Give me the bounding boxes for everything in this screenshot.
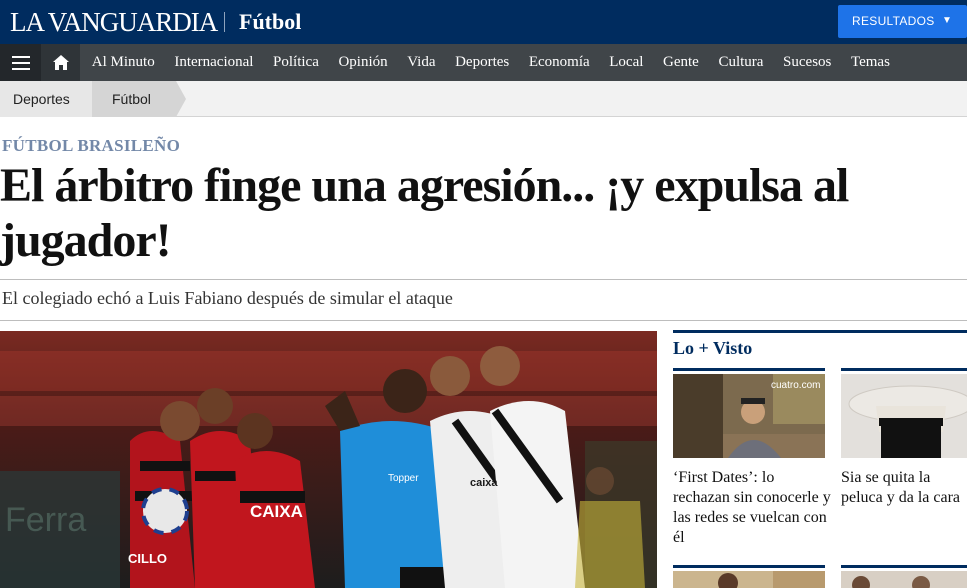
card-rule bbox=[673, 368, 825, 371]
divider bbox=[0, 320, 967, 321]
card-thumbnail[interactable] bbox=[673, 571, 825, 588]
card-rule bbox=[673, 565, 825, 568]
nav-items: Al Minuto Internacional Política Opinión… bbox=[82, 44, 900, 81]
main-nav: Al Minuto Internacional Política Opinión… bbox=[0, 44, 967, 81]
nav-item-al-minuto[interactable]: Al Minuto bbox=[82, 44, 165, 81]
card-rule bbox=[841, 368, 967, 371]
card-thumbnail[interactable]: cuatro.com bbox=[673, 374, 825, 458]
site-logo[interactable]: LA VANGUARDIA bbox=[10, 6, 218, 38]
nav-item-gente[interactable]: Gente bbox=[653, 44, 708, 81]
top-header: LA VANGUARDIA Fútbol RESULTADOS ▼ bbox=[0, 0, 967, 44]
photo-vasco-sponsor: caixa bbox=[470, 477, 498, 489]
breadcrumb-deportes[interactable]: Deportes bbox=[0, 81, 92, 117]
article-photo[interactable]: Ferra CAIXA CILLO Topper caixa bbox=[0, 331, 657, 588]
photo-player-name: CILLO bbox=[128, 551, 167, 566]
results-button-label: RESULTADOS bbox=[852, 14, 935, 28]
card-rule bbox=[841, 565, 967, 568]
card-thumb-watermark: cuatro.com bbox=[771, 380, 820, 391]
nav-item-sucesos[interactable]: Sucesos bbox=[773, 44, 841, 81]
nav-item-local[interactable]: Local bbox=[599, 44, 653, 81]
photo-sponsor-text: CAIXA bbox=[250, 502, 303, 521]
breadcrumb-arrow bbox=[176, 81, 186, 117]
article-kicker[interactable]: FÚTBOL BRASILEÑO bbox=[2, 136, 180, 156]
svg-text:Ferra: Ferra bbox=[5, 501, 86, 539]
home-icon[interactable] bbox=[41, 44, 80, 81]
nav-item-opinion[interactable]: Opinión bbox=[329, 44, 398, 81]
card-title[interactable]: ‘First Dates’: lo rechazan sin conocerle… bbox=[673, 468, 833, 548]
article-subtitle: El colegiado echó a Luis Fabiano después… bbox=[2, 288, 453, 308]
nav-item-temas[interactable]: Temas bbox=[841, 44, 900, 81]
divider bbox=[0, 279, 967, 280]
sidebar-title: Lo + Visto bbox=[673, 338, 753, 358]
card-title[interactable]: Sia se quita la peluca y da la cara bbox=[841, 468, 967, 508]
photo-brand-text: Topper bbox=[388, 473, 419, 484]
article-headline: El árbitro finge una agresión... ¡y expu… bbox=[0, 159, 849, 267]
sidebar-rule bbox=[673, 330, 967, 333]
header-divider bbox=[224, 12, 225, 32]
breadcrumb: Deportes Fútbol bbox=[0, 81, 967, 117]
results-button[interactable]: RESULTADOS ▼ bbox=[838, 5, 967, 38]
nav-item-politica[interactable]: Política bbox=[263, 44, 328, 81]
nav-item-internacional[interactable]: Internacional bbox=[165, 44, 264, 81]
section-title[interactable]: Fútbol bbox=[239, 7, 301, 37]
caret-down-icon: ▼ bbox=[942, 15, 952, 26]
nav-item-economia[interactable]: Economía bbox=[519, 44, 599, 81]
nav-item-vida[interactable]: Vida bbox=[397, 44, 445, 81]
nav-item-deportes[interactable]: Deportes bbox=[445, 44, 519, 81]
breadcrumb-futbol[interactable]: Fútbol bbox=[92, 81, 176, 117]
card-thumbnail[interactable] bbox=[841, 374, 967, 458]
nav-item-cultura[interactable]: Cultura bbox=[709, 44, 774, 81]
card-thumbnail[interactable] bbox=[841, 571, 967, 588]
hamburger-icon[interactable] bbox=[0, 44, 41, 81]
